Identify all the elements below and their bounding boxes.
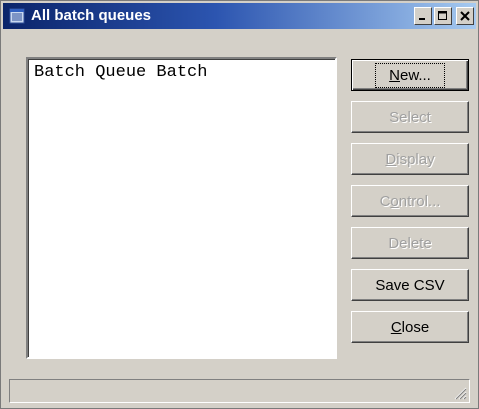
close-button-label: Close bbox=[390, 318, 430, 336]
display-button[interactable]: Display bbox=[351, 143, 469, 175]
control-button[interactable]: Control... bbox=[351, 185, 469, 217]
list-header: Batch Queue Batch bbox=[34, 63, 208, 82]
status-bar bbox=[9, 379, 470, 403]
control-button-label: Control... bbox=[379, 192, 441, 210]
window-title: All batch queues bbox=[31, 7, 152, 24]
display-accel: D bbox=[385, 150, 397, 168]
all-batch-queues-window: All batch queues Batch Queue Batch New..… bbox=[0, 0, 479, 409]
resize-grip-icon[interactable] bbox=[451, 384, 467, 400]
batch-queue-icon bbox=[9, 8, 25, 24]
maximize-icon bbox=[438, 11, 447, 20]
close-button[interactable]: Close bbox=[351, 311, 469, 343]
minimize-button[interactable] bbox=[414, 7, 432, 25]
maximize-button[interactable] bbox=[434, 7, 452, 25]
close-window-button[interactable] bbox=[456, 7, 474, 25]
close-accel: C bbox=[390, 318, 402, 336]
minimize-icon bbox=[419, 18, 425, 20]
delete-button-label: Delete bbox=[388, 234, 432, 252]
close-icon bbox=[460, 11, 470, 21]
control-accel: o bbox=[390, 192, 399, 210]
select-button[interactable]: Select bbox=[351, 101, 469, 133]
select-button-label: Select bbox=[389, 108, 431, 126]
title-bar[interactable]: All batch queues bbox=[3, 3, 476, 29]
batch-queue-list[interactable]: Batch Queue Batch bbox=[26, 57, 337, 359]
display-button-label: Display bbox=[385, 150, 435, 168]
save-csv-button[interactable]: Save CSV bbox=[351, 269, 469, 301]
new-accel: N bbox=[389, 66, 400, 84]
new-button-label: New... bbox=[375, 62, 445, 88]
new-button[interactable]: New... bbox=[351, 59, 469, 91]
delete-button[interactable]: Delete bbox=[351, 227, 469, 259]
save-csv-button-label: Save CSV bbox=[375, 276, 445, 294]
